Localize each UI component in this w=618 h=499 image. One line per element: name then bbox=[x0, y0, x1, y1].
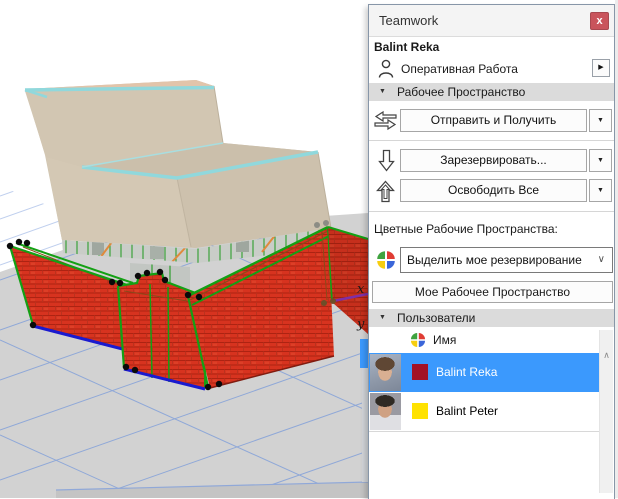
activity-expand-button[interactable]: ▶ bbox=[592, 59, 610, 77]
name-column-header: Имя bbox=[433, 333, 457, 347]
colored-workspaces-icon bbox=[377, 251, 395, 269]
send-receive-button[interactable]: Отправить и Получить bbox=[400, 109, 587, 132]
background-selection-fragment bbox=[360, 339, 368, 368]
user-row-balint-peter[interactable]: Balint Peter bbox=[369, 392, 599, 432]
chevron-down-icon: ∨ bbox=[597, 254, 605, 265]
divider bbox=[369, 140, 614, 141]
user-color-swatch bbox=[412, 364, 428, 380]
send-receive-icon bbox=[374, 110, 397, 131]
avatar bbox=[370, 354, 401, 391]
reserve-dropdown[interactable]: ▼ bbox=[589, 149, 612, 172]
person-icon bbox=[378, 59, 394, 78]
users-list-header: Имя bbox=[369, 328, 599, 354]
axis-y-label: y bbox=[356, 317, 365, 332]
3d-viewport[interactable]: x y bbox=[0, 0, 368, 498]
workspace-color-select[interactable]: Выделить мое резервирование ∨ bbox=[400, 247, 613, 273]
3d-scene[interactable]: x y bbox=[0, 0, 368, 498]
release-row: Освободить Все ▼ bbox=[369, 179, 614, 203]
close-button[interactable]: x bbox=[590, 12, 609, 30]
collapse-icon: ▼ bbox=[379, 314, 386, 321]
user-row-balint-reka[interactable]: Balint Reka bbox=[369, 353, 599, 392]
scroll-up-icon[interactable]: ∧ bbox=[600, 350, 613, 361]
axis-x-label: x bbox=[357, 282, 365, 297]
users-scrollbar[interactable]: ∧ bbox=[599, 330, 613, 493]
reserve-arrow-icon bbox=[378, 149, 395, 172]
section-workspace-label: Рабочее Пространство bbox=[397, 85, 526, 99]
release-arrow-icon bbox=[376, 180, 395, 203]
palette-titlebar[interactable]: Teamwork x bbox=[369, 5, 614, 37]
selected-option: Выделить мое резервирование bbox=[407, 253, 582, 267]
section-workspace[interactable]: ▼ Рабочее Пространство bbox=[369, 83, 614, 101]
reserve-row: Зарезервировать... ▼ bbox=[369, 149, 614, 173]
activity-label: Оперативная Работа bbox=[401, 62, 518, 76]
section-users[interactable]: ▼ Пользователи bbox=[369, 309, 614, 327]
collapse-icon: ▼ bbox=[379, 88, 386, 95]
section-users-label: Пользователи bbox=[397, 311, 476, 325]
release-all-button[interactable]: Освободить Все bbox=[400, 179, 587, 202]
activity-row: Оперативная Работа ▶ bbox=[369, 56, 614, 83]
divider bbox=[369, 211, 614, 212]
user-name: Balint Reka bbox=[436, 365, 498, 379]
user-name: Balint Peter bbox=[436, 404, 499, 418]
palette-title: Teamwork bbox=[379, 13, 439, 28]
teamwork-palette: Teamwork x Balint Reka Оперативная Работ… bbox=[368, 4, 615, 499]
color-column-icon bbox=[410, 332, 426, 348]
send-receive-row: Отправить и Получить ▼ bbox=[369, 109, 614, 133]
my-workspace-button[interactable]: Мое Рабочее Пространство bbox=[372, 281, 613, 303]
send-receive-dropdown[interactable]: ▼ bbox=[589, 109, 612, 132]
user-color-swatch bbox=[412, 403, 428, 419]
release-all-dropdown[interactable]: ▼ bbox=[589, 179, 612, 202]
colored-workspaces-label: Цветные Рабочие Пространства: bbox=[374, 222, 558, 236]
avatar bbox=[370, 393, 401, 430]
building-model[interactable] bbox=[24, 80, 332, 248]
reserve-button[interactable]: Зарезервировать... bbox=[400, 149, 587, 172]
users-list: Имя Balint Reka Balint Peter bbox=[369, 327, 614, 499]
current-user-name: Balint Reka bbox=[374, 40, 440, 54]
